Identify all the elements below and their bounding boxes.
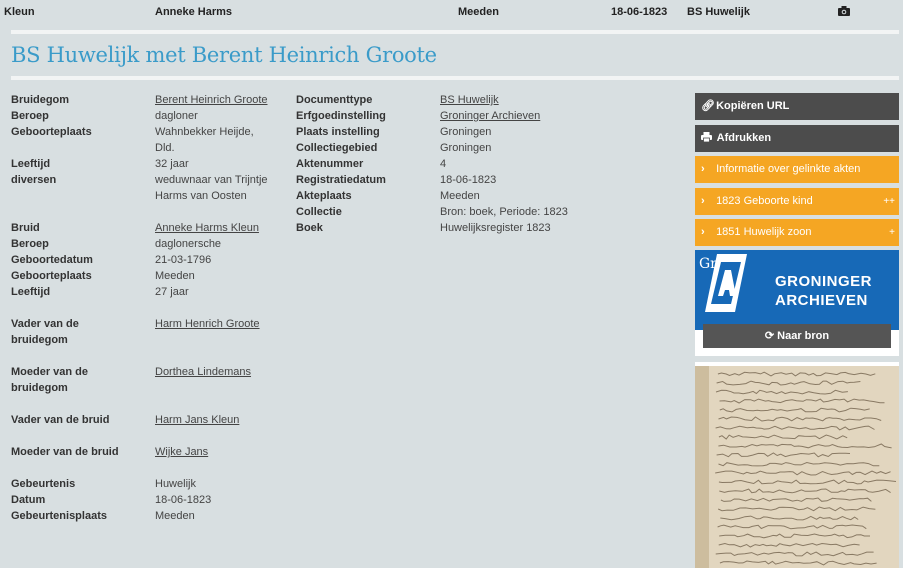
link-erfgoedinstelling[interactable]: Groninger Archieven — [440, 108, 540, 124]
naar-bron-label: Naar bron — [777, 330, 830, 342]
value-leeftijd-bruid: 27 jaar — [155, 286, 189, 298]
label-aktenummer: Aktenummer — [296, 158, 364, 170]
print-button[interactable]: Afdrukken — [695, 125, 899, 152]
handwritten-scan-image — [695, 366, 899, 568]
value-geboorteplaats-bruid: Meeden — [155, 270, 195, 282]
link-bruidegom[interactable]: Berent Heinrich Groote — [155, 92, 268, 108]
linked-record-birth-child[interactable]: › 1823 Geboorte kind ++ — [695, 188, 899, 215]
printer-icon — [701, 132, 712, 143]
value-gebeurtenis: Huwelijk — [155, 478, 196, 490]
result-surname: Kleun — [4, 6, 35, 18]
camera-icon[interactable] — [838, 6, 850, 16]
label-collectiegebied: Collectiegebied — [296, 142, 378, 154]
label-datum: Datum — [11, 494, 46, 506]
label-diversen: diversen — [11, 174, 57, 186]
link-icon: 🔗︎ — [701, 100, 715, 112]
label-vader-bruid: Vader van de bruid — [11, 414, 110, 426]
link-documenttype[interactable]: BS Huwelijk — [440, 92, 499, 108]
linked-record-1-label: 1823 Geboorte kind — [716, 195, 813, 207]
chevron-right-icon: › — [701, 226, 705, 238]
copy-url-label: Kopiëren URL — [716, 100, 790, 112]
label-moeder-bruid: Moeder van de bruid — [11, 446, 119, 458]
label-documenttype: Documenttype — [296, 94, 373, 106]
expand-badge: ++ — [883, 196, 895, 207]
value-diversen: weduwnaar van Trijntje Harms van Oosten — [155, 174, 268, 202]
link-vader-bruid[interactable]: Harm Jans Kleun — [155, 412, 239, 428]
divider-top — [11, 30, 899, 34]
chevron-right-icon: › — [701, 163, 705, 175]
result-date: 18-06-1823 — [611, 6, 668, 18]
info-linked-label: Informatie over gelinkte akten — [716, 163, 861, 175]
label-geboorteplaats-bruidegom: Geboorteplaats — [11, 126, 92, 138]
result-place: Meeden — [458, 6, 499, 18]
link-moeder-bruid[interactable]: Wijke Jans — [155, 444, 208, 460]
value-boek: Huwelijksregister 1823 — [440, 222, 551, 234]
result-partner: Anneke Harms — [155, 6, 233, 18]
value-geboorteplaats-bruidegom: Wahnbekker Heijde, Dld. — [155, 126, 254, 154]
label-boek: Boek — [296, 222, 323, 234]
divider-title — [11, 76, 899, 80]
document-scan-thumbnail[interactable] — [695, 362, 899, 568]
label-collectie: Collectie — [296, 206, 342, 218]
logo-gr-text: Gr — [699, 256, 717, 272]
chevron-right-icon: › — [701, 195, 705, 207]
info-linked-records-button[interactable]: › Informatie over gelinkte akten — [695, 156, 899, 183]
copy-url-button[interactable]: 🔗︎ Kopiëren URL — [695, 93, 899, 120]
print-label: Afdrukken — [716, 132, 772, 144]
link-moeder-bruidegom[interactable]: Dorthea Lindemans — [155, 364, 251, 380]
label-leeftijd-bruidegom: Leeftijd — [11, 158, 51, 170]
value-geboortedatum-bruid: 21-03-1796 — [155, 254, 212, 266]
value-leeftijd-bruidegom: 32 jaar — [155, 158, 189, 170]
value-collectiegebied: Groningen — [440, 142, 492, 154]
result-type: BS Huwelijk — [687, 6, 750, 18]
value-registratiedatum: 18-06-1823 — [440, 174, 497, 186]
expand-badge: + — [889, 227, 895, 238]
link-bruid[interactable]: Anneke Harms Kleun — [155, 220, 259, 236]
label-erfgoedinstelling: Erfgoedinstelling — [296, 110, 386, 122]
label-bruidegom: Bruidegom — [11, 94, 70, 106]
label-akteplaats: Akteplaats — [296, 190, 352, 202]
value-gebeurtenisplaats: Meeden — [155, 510, 195, 522]
link-vader-bruidegom[interactable]: Harm Henrich Groote — [155, 316, 260, 332]
label-gebeurtenis: Gebeurtenis — [11, 478, 76, 490]
naar-bron-button[interactable]: ⟳ Naar bron — [703, 324, 891, 348]
label-vader-bruidegom: Vader van de bruidegom — [11, 318, 79, 346]
value-collectie: Bron: boek, Periode: 1823 — [440, 206, 568, 218]
page-title: BS Huwelijk met Berent Heinrich Groote — [11, 43, 437, 67]
external-link-icon: ⟳ — [764, 330, 775, 342]
label-geboortedatum-bruid: Geboortedatum — [11, 254, 93, 266]
value-beroep-bruid: daglonersche — [155, 238, 222, 250]
result-row[interactable]: Kleun Anneke Harms Meeden 18-06-1823 BS … — [0, 0, 903, 26]
label-geboorteplaats-bruid: Geboorteplaats — [11, 270, 92, 282]
label-moeder-bruidegom: Moeder van de bruidegom — [11, 366, 89, 394]
label-bruid: Bruid — [11, 222, 40, 234]
linked-record-2-label: 1851 Huwelijk zoon — [716, 226, 812, 238]
label-plaats-instelling: Plaats instelling — [296, 126, 380, 138]
label-leeftijd-bruid: Leeftijd — [11, 286, 51, 298]
linked-record-marriage-son[interactable]: › 1851 Huwelijk zoon + — [695, 219, 899, 246]
label-gebeurtenisplaats: Gebeurtenisplaats — [11, 510, 107, 522]
value-akteplaats: Meeden — [440, 190, 480, 202]
value-aktenummer: 4 — [440, 158, 447, 170]
label-registratiedatum: Registratiedatum — [296, 174, 386, 186]
logo-line-1: GRONINGER — [775, 273, 873, 290]
value-beroep-bruidegom: dagloner — [155, 110, 198, 122]
value-datum: 18-06-1823 — [155, 494, 212, 506]
label-beroep-bruidegom: Beroep — [11, 110, 49, 122]
label-beroep-bruid: Beroep — [11, 238, 49, 250]
logo-line-2: ARCHIEVEN — [775, 292, 868, 309]
value-plaats-instelling: Groningen — [440, 126, 492, 138]
